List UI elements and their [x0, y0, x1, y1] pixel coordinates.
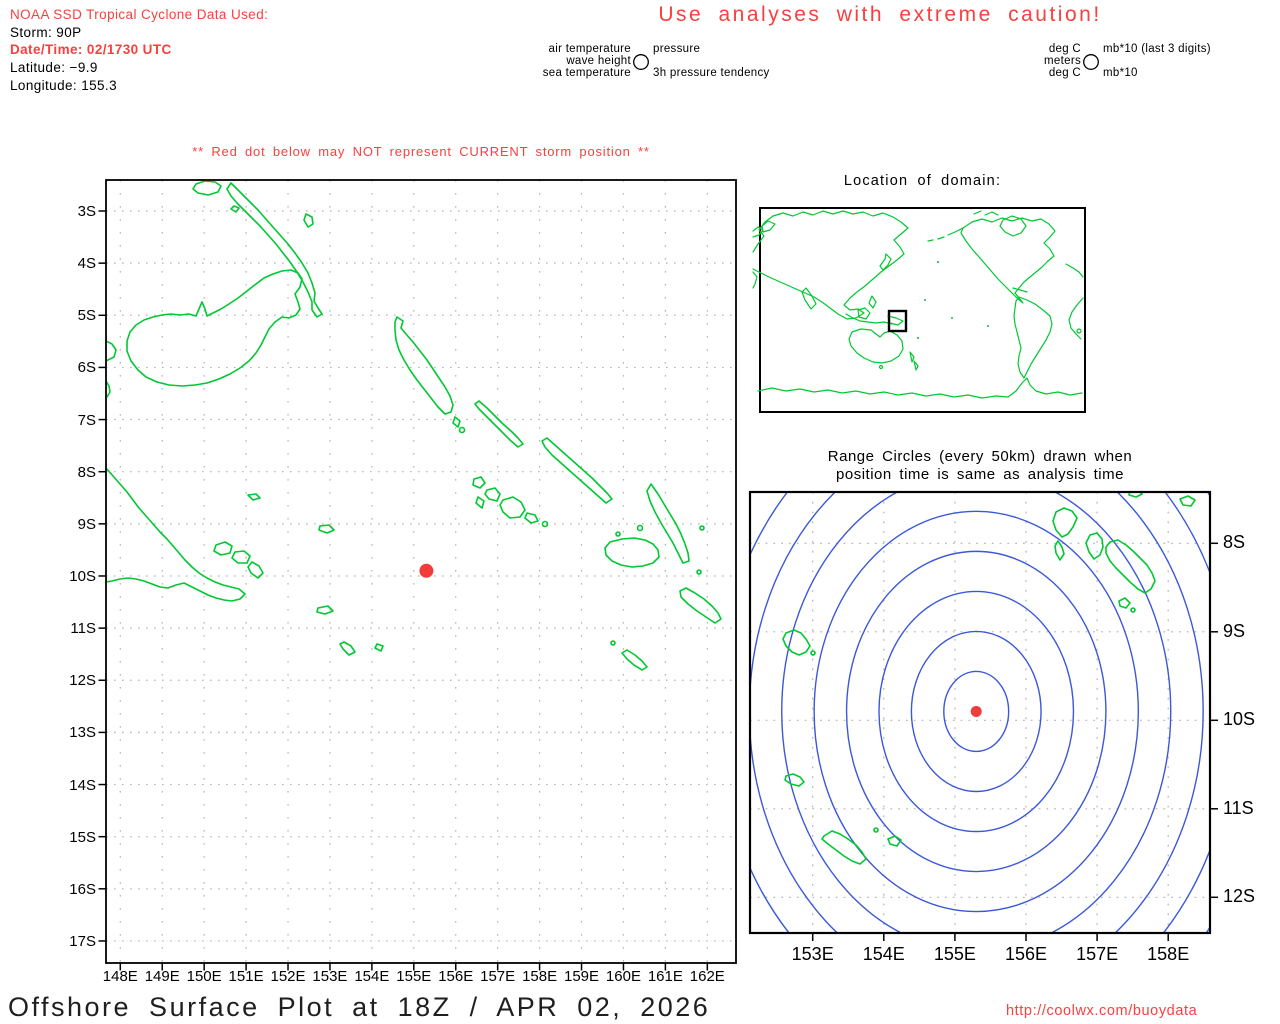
axis-tick-label: 13S [52, 724, 96, 741]
axis-tick-label: 11S [52, 620, 96, 637]
axis-tick-label: 157E [1069, 944, 1125, 965]
axis-tick-label: 155E [390, 968, 438, 985]
axis-tick-label: 154E [348, 968, 396, 985]
axis-tick-label: 9S [1223, 621, 1273, 642]
axis-tick-label: 153E [785, 944, 841, 965]
offshore-surface-plot-page: { "colors": { "red": "#fb3e3e", "green":… [0, 0, 1280, 1024]
axis-tick-label: 150E [180, 968, 228, 985]
axis-tick-label: 154E [856, 944, 912, 965]
axis-tick-label: 159E [558, 968, 606, 985]
axis-tick-label: 158E [516, 968, 564, 985]
axis-tick-label: 5S [52, 307, 96, 324]
axis-tick-label: 149E [138, 968, 186, 985]
axis-tick-label: 4S [52, 255, 96, 272]
axis-tick-label: 12S [1223, 886, 1273, 907]
axis-tick-label: 8S [52, 464, 96, 481]
axis-tick-label: 14S [52, 777, 96, 794]
axis-tick-label: 6S [52, 359, 96, 376]
axis-tick-label: 15S [52, 829, 96, 846]
axis-tick-label: 11S [1223, 798, 1273, 819]
axis-tick-label: 155E [927, 944, 983, 965]
axis-tick-label: 158E [1140, 944, 1196, 965]
axis-tick-label: 7S [52, 412, 96, 429]
axis-tick-label: 8S [1223, 532, 1273, 553]
axis-tick-label: 157E [474, 968, 522, 985]
tick-labels-layer: 148E149E150E151E152E153E154E155E156E157E… [0, 0, 1280, 1024]
axis-tick-label: 160E [599, 968, 647, 985]
axis-tick-label: 162E [683, 968, 731, 985]
axis-tick-label: 17S [52, 933, 96, 950]
axis-tick-label: 156E [432, 968, 480, 985]
axis-tick-label: 16S [52, 881, 96, 898]
axis-tick-label: 156E [998, 944, 1054, 965]
axis-tick-label: 3S [52, 203, 96, 220]
axis-tick-label: 161E [641, 968, 689, 985]
axis-tick-label: 10S [52, 568, 96, 585]
axis-tick-label: 153E [306, 968, 354, 985]
axis-tick-label: 9S [52, 516, 96, 533]
axis-tick-label: 152E [264, 968, 312, 985]
axis-tick-label: 10S [1223, 709, 1273, 730]
axis-tick-label: 148E [96, 968, 144, 985]
axis-tick-label: 12S [52, 672, 96, 689]
axis-tick-label: 151E [222, 968, 270, 985]
